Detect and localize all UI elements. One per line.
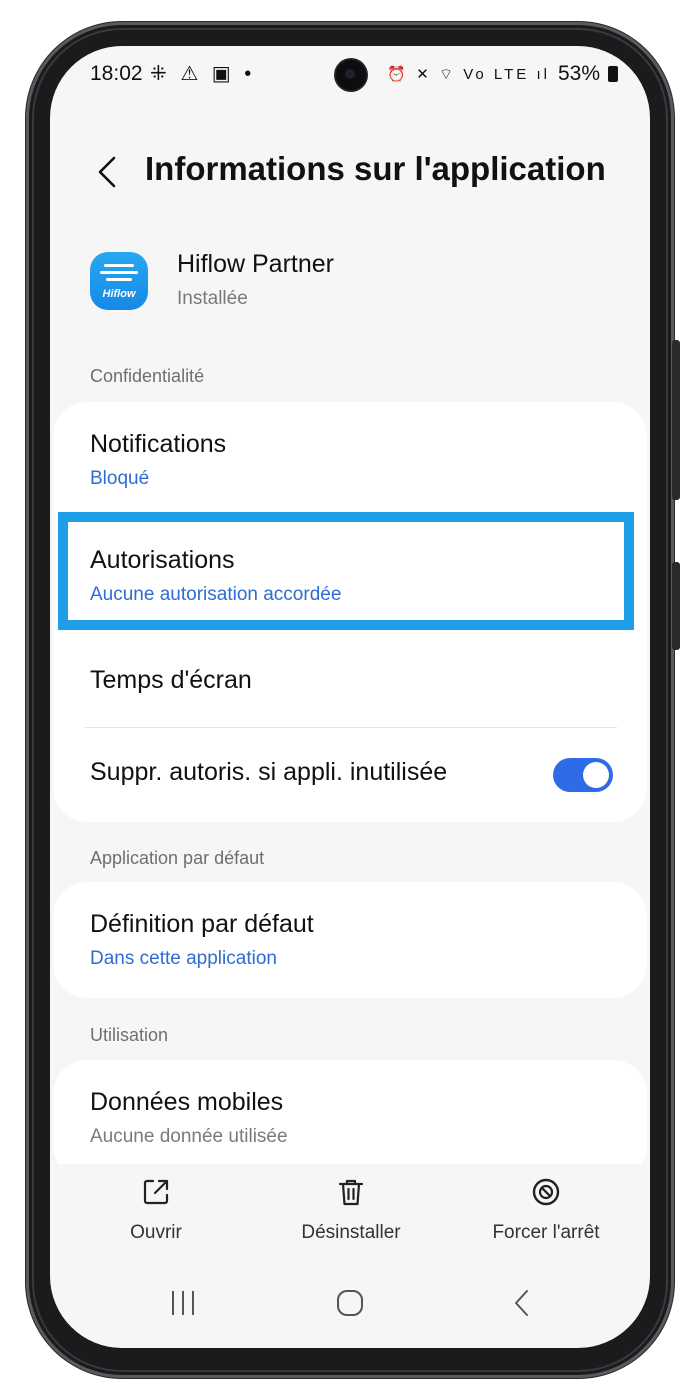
recent-apps-icon[interactable] xyxy=(168,1288,198,1318)
uninstall-label: Désinstaller xyxy=(301,1222,401,1243)
app-icon-stripes xyxy=(100,264,138,285)
power-button xyxy=(672,562,680,650)
toggle-knob xyxy=(583,762,609,788)
force-stop-label: Forcer l'arrêt xyxy=(492,1222,600,1243)
app-icon: Hiflow xyxy=(90,252,148,310)
status-time: 18:02 xyxy=(90,62,143,85)
screen: 18:02 ⁜ ⚠ ▣ • ⏰ ✕ ⌔ Vo LTE ıl 53% Inform… xyxy=(50,46,650,1348)
stop-circle-icon xyxy=(532,1178,560,1206)
mobile-data-title: Données mobiles xyxy=(90,1088,284,1116)
home-icon[interactable] xyxy=(335,1288,365,1318)
status-bar: 18:02 ⁜ ⚠ ▣ • ⏰ ✕ ⌔ Vo LTE ıl 53% xyxy=(50,46,650,104)
default-setting-value: Dans cette application xyxy=(90,948,277,969)
remove-permissions-title: Suppr. autoris. si appli. inutilisée xyxy=(90,758,448,786)
default-setting-title: Définition par défaut xyxy=(90,910,314,938)
app-icon-brand: Hiflow xyxy=(102,288,136,300)
trash-icon xyxy=(338,1179,364,1206)
uninstall-button[interactable]: Désinstaller xyxy=(261,1176,441,1244)
open-label: Ouvrir xyxy=(130,1222,182,1243)
remove-permissions-row[interactable]: Suppr. autoris. si appli. inutilisée xyxy=(53,728,647,822)
app-name: Hiflow Partner xyxy=(177,250,334,278)
section-label-usage: Utilisation xyxy=(90,1025,169,1045)
notification-icons: ⁜ ⚠ ▣ • xyxy=(150,63,256,85)
notifications-value: Bloqué xyxy=(90,468,150,489)
page-title: Informations sur l'application xyxy=(145,150,606,187)
notifications-row[interactable]: Notifications Bloqué xyxy=(53,402,647,512)
mobile-data-row[interactable]: Données mobiles Aucune donnée utilisée xyxy=(53,1060,647,1180)
default-app-card: Définition par défaut Dans cette applica… xyxy=(53,882,647,998)
app-install-status: Installée xyxy=(177,288,248,309)
navigation-bar xyxy=(50,1272,650,1348)
usage-card: Données mobiles Aucune donnée utilisée xyxy=(53,1060,647,1180)
open-external-icon xyxy=(143,1179,169,1205)
screen-time-title: Temps d'écran xyxy=(90,666,252,694)
notifications-title: Notifications xyxy=(90,430,227,458)
remove-permissions-toggle[interactable] xyxy=(553,758,613,792)
back-arrow-icon[interactable] xyxy=(90,152,130,192)
battery-icon xyxy=(608,66,618,82)
back-nav-icon[interactable] xyxy=(508,1288,538,1318)
screen-time-row[interactable]: Temps d'écran xyxy=(53,634,647,726)
action-bar: Ouvrir Désinstaller Forcer l'arrêt xyxy=(50,1164,650,1264)
open-button[interactable]: Ouvrir xyxy=(66,1176,246,1244)
status-right: ⏰ ✕ ⌔ Vo LTE ıl 53% xyxy=(387,62,618,86)
mobile-data-value: Aucune donnée utilisée xyxy=(90,1126,288,1147)
highlight-box xyxy=(58,512,634,630)
front-camera xyxy=(336,60,366,90)
force-stop-button[interactable]: Forcer l'arrêt xyxy=(456,1176,636,1244)
battery-percent: 53% xyxy=(557,62,600,85)
system-status-icons: ⏰ ✕ ⌔ Vo LTE ıl xyxy=(387,65,550,83)
volume-button xyxy=(672,340,680,500)
section-label-default-app: Application par défaut xyxy=(90,848,265,868)
section-label-privacy: Confidentialité xyxy=(90,366,205,386)
default-setting-row[interactable]: Définition par défaut Dans cette applica… xyxy=(53,882,647,998)
